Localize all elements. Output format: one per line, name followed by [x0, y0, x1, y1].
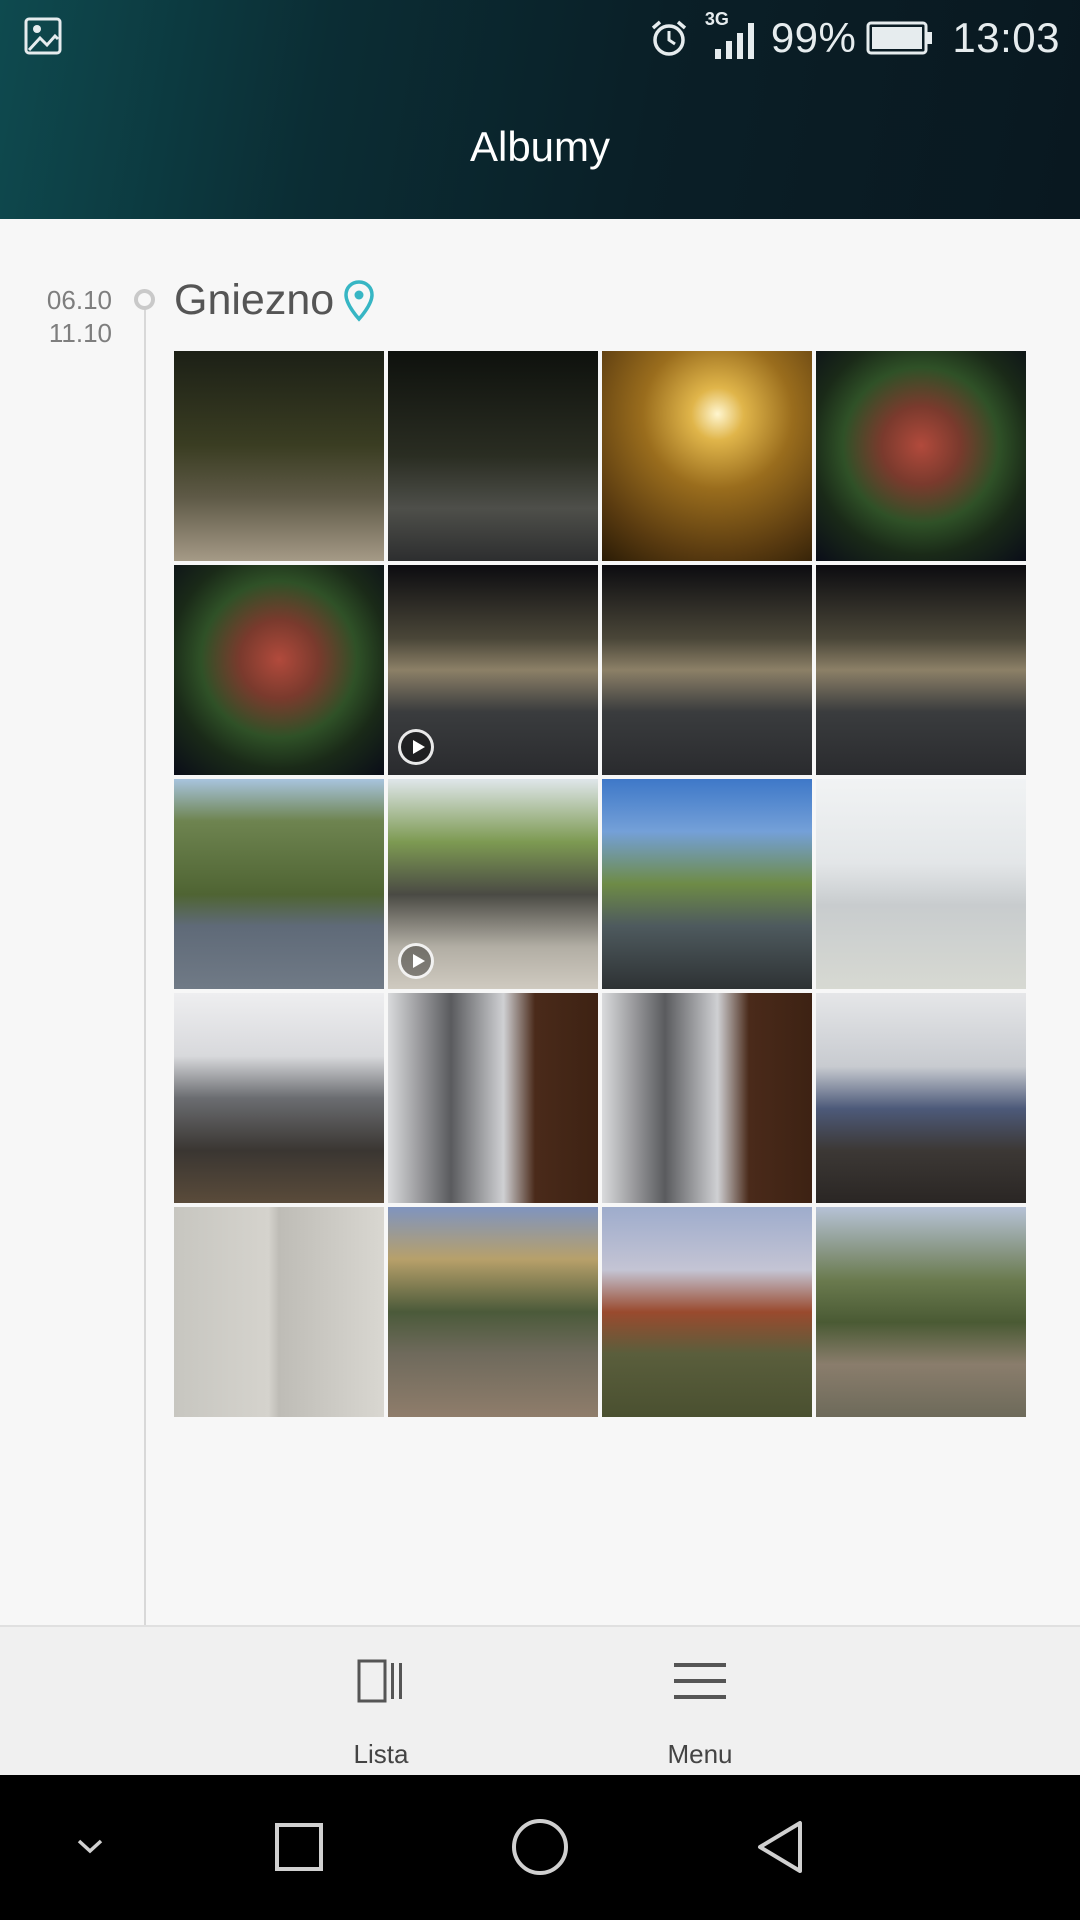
collapse-icon: [77, 1839, 103, 1854]
bottom-action-bar: Lista Menu: [0, 1625, 1080, 1777]
photo-thumbnail[interactable]: [388, 993, 598, 1203]
photo-thumbnail[interactable]: [816, 779, 1026, 989]
photo-thumbnail[interactable]: [602, 993, 812, 1203]
title-bar: Albumy: [0, 75, 1080, 219]
photo-thumbnail[interactable]: [174, 351, 384, 561]
photo-thumbnail[interactable]: [174, 779, 384, 989]
photo-thumbnail[interactable]: [816, 351, 1026, 561]
photo-grid: [174, 351, 1026, 1417]
play-icon: [398, 943, 434, 979]
menu-label: Menu: [667, 1739, 733, 1769]
play-icon: [398, 729, 434, 765]
photo-thumbnail[interactable]: [602, 565, 812, 775]
back-button[interactable]: [740, 1807, 820, 1887]
home-icon: [512, 1819, 568, 1875]
date-start: 06.10: [46, 285, 112, 315]
battery-icon: [866, 21, 933, 54]
gallery-icon: [24, 17, 62, 55]
timeline-line: [144, 299, 146, 1625]
photo-thumbnail[interactable]: [602, 779, 812, 989]
photo-thumbnail[interactable]: [602, 351, 812, 561]
date-end: 11.10: [48, 318, 112, 348]
photo-thumbnail[interactable]: [816, 1207, 1026, 1417]
back-icon: [758, 1821, 802, 1873]
date-range: 06.10 11.10: [20, 284, 112, 350]
video-thumbnail[interactable]: [388, 779, 598, 989]
photo-thumbnail[interactable]: [816, 565, 1026, 775]
photo-thumbnail[interactable]: [816, 993, 1026, 1203]
photo-thumbnail[interactable]: [174, 1207, 384, 1417]
album-timeline[interactable]: 06.10 11.10 Gniezno: [0, 219, 1080, 1625]
page-title: Albumy: [469, 123, 611, 170]
collapse-button[interactable]: [50, 1807, 130, 1887]
video-thumbnail[interactable]: [388, 565, 598, 775]
recent-apps-icon: [275, 1823, 323, 1871]
battery-percent: 99%: [770, 13, 857, 61]
list-view-button[interactable]: Lista: [281, 1627, 481, 1777]
list-view-label: Lista: [353, 1739, 409, 1769]
album-header[interactable]: Gniezno: [174, 275, 376, 325]
alarm-icon: [651, 20, 686, 56]
clock: 13:03: [952, 13, 1060, 61]
photo-thumbnail[interactable]: [388, 351, 598, 561]
location-pin-icon: [344, 280, 374, 322]
photo-thumbnail[interactable]: [174, 993, 384, 1203]
photo-thumbnail[interactable]: [602, 1207, 812, 1417]
navigation-bar: [0, 1775, 1080, 1920]
home-button[interactable]: [500, 1807, 580, 1887]
menu-button[interactable]: Menu: [600, 1627, 800, 1777]
signal-icon: 3G: [699, 9, 761, 63]
status-bar: 3G 99% 13:03: [0, 0, 1080, 75]
recent-apps-button[interactable]: [259, 1807, 339, 1887]
header: 3G 99% 13:03 Albumy: [0, 0, 1080, 219]
album-location-title[interactable]: Gniezno: [174, 276, 334, 325]
list-view-icon: [357, 1659, 402, 1703]
menu-icon: [674, 1663, 726, 1699]
photo-thumbnail[interactable]: [174, 565, 384, 775]
photo-thumbnail[interactable]: [388, 1207, 598, 1417]
timeline-dot: [134, 289, 155, 310]
